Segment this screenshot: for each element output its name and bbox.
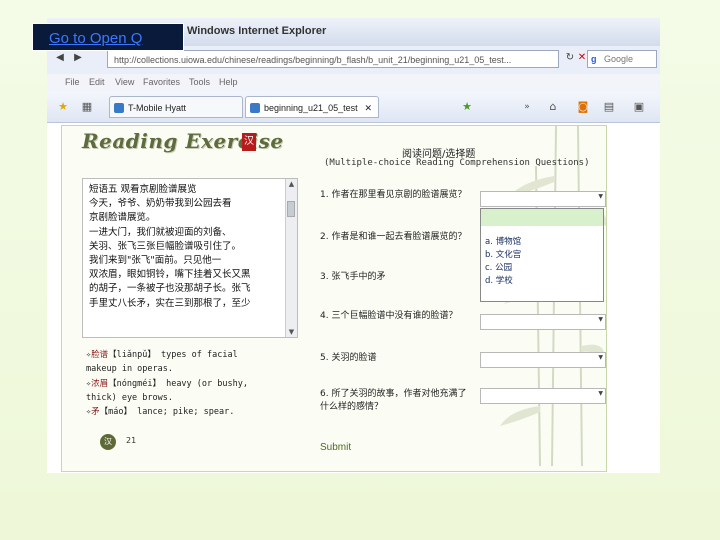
google-search-icon: g — [591, 54, 597, 64]
search-input[interactable]: g Google — [587, 50, 657, 68]
go-to-open-q-link[interactable]: Go to Open Q — [33, 24, 183, 47]
chevron-down-icon: ▼ — [598, 390, 603, 397]
search-placeholder: Google — [604, 54, 634, 64]
dropdown-option[interactable]: b. 文化宫 — [481, 249, 603, 262]
passage-line: 京剧脸谱展览。 — [89, 212, 156, 224]
chevron-icon[interactable]: » — [521, 101, 533, 113]
tab-list-icon[interactable]: ▦ — [81, 101, 93, 113]
vocab-term: 浓眉 — [91, 378, 109, 389]
add-favorite-icon[interactable]: ★ — [461, 101, 473, 113]
tab-t-mobile-hyatt[interactable]: T-Mobile Hyatt — [109, 96, 243, 118]
vocab-definition: 【liǎnpǔ】 types of facial — [108, 350, 238, 360]
dropdown-option[interactable]: a. 博物馆 — [481, 236, 603, 249]
passage-line: 今天，爷爷、奶奶带我到公园去看 — [89, 198, 232, 210]
question-5: 5. 关羽的脸谱 — [320, 353, 377, 363]
menu-edit[interactable]: Edit — [89, 77, 105, 87]
vocab-definition: thick) eye brows. — [86, 392, 173, 403]
page-content: Reading Exercise 汉 阅读问题/选择题 (Multiple-ch… — [47, 123, 660, 473]
chevron-down-icon: ▼ — [598, 354, 603, 361]
back-icon[interactable]: ◀ — [53, 51, 67, 65]
stamp-logo: 汉 — [242, 133, 256, 151]
passage-line: 短语五 观看京剧脸谱展览 — [89, 184, 197, 195]
passage-line: 的胡子，一条被子也没那胡子长。张飞 — [89, 283, 251, 295]
address-bar[interactable]: http://collections.uiowa.edu/chinese/rea… — [107, 50, 559, 68]
vocab-definition: 【máo】 lance; pike; spear. — [99, 407, 235, 418]
tab-bar: ★ ▦ T-Mobile Hyatt beginning_u21_05_test… — [47, 92, 660, 123]
menu-tools[interactable]: Tools — [189, 77, 210, 87]
question-subtitle: (Multiple-choice Reading Comprehension Q… — [324, 158, 590, 168]
vocab-term: 脸谱 — [91, 350, 109, 360]
menu-file[interactable]: File — [65, 77, 80, 87]
browser-window: Windows Internet Explorer ◀ ▶ http://col… — [47, 18, 660, 473]
scroll-thumb[interactable] — [287, 201, 295, 217]
question-3: 3. 张飞手中的矛 — [320, 272, 386, 282]
reading-passage[interactable]: 短语五 观看京剧脸谱展览 今天，爷爷、奶奶带我到公园去看 京剧脸谱展览。 一进大… — [82, 178, 298, 338]
home-icon[interactable]: ⌂ — [547, 101, 559, 113]
answer-select-4[interactable]: ▼ — [480, 314, 606, 330]
passage-line: 我们来到"张飞"面前。只见他一 — [89, 255, 222, 267]
tab-label: beginning_u21_05_test — [264, 103, 358, 113]
forward-icon[interactable]: ▶ — [71, 51, 85, 65]
dropdown-option[interactable]: c. 公园 — [481, 262, 603, 275]
passage-line: 双浓眉，眼如铜铃，嘴下挂着又长又黑 — [89, 269, 251, 281]
scroll-down-icon[interactable]: ▼ — [286, 327, 297, 337]
page-icon — [250, 103, 260, 113]
answer-dropdown-list[interactable]: a. 博物馆 b. 文化宫 c. 公园 d. 学校 — [480, 208, 604, 302]
passage-scrollbar[interactable]: ▲ ▼ — [285, 179, 297, 337]
vocab-definition: 【nóngméi】 heavy (or bushy, — [108, 378, 248, 389]
vocab-term: 矛 — [91, 407, 100, 418]
tab-label: T-Mobile Hyatt — [128, 103, 187, 113]
page-icon — [114, 103, 124, 113]
answer-select-6[interactable]: ▼ — [480, 388, 606, 404]
menu-favorites[interactable]: Favorites — [143, 77, 180, 87]
passage-line: 一进大门，我们就被迎面的刘备、 — [89, 226, 232, 238]
favorites-star-icon[interactable]: ★ — [57, 101, 69, 113]
feeds-icon[interactable]: ◙ — [577, 101, 589, 113]
vocabulary-list: ✧脸谱【liǎnpǔ】 types of facial makeup in op… — [86, 348, 306, 419]
vocab-definition: makeup in operas. — [86, 364, 173, 375]
passage-line: 手里丈八长矛，实在三到那根了，至少 — [89, 297, 251, 309]
chevron-down-icon: ▼ — [598, 193, 603, 200]
vocab-line: ✧脸谱【liǎnpǔ】 types of facial — [86, 348, 306, 362]
scroll-up-icon[interactable]: ▲ — [286, 179, 297, 189]
close-tab-icon[interactable]: ✕ — [364, 97, 372, 119]
answer-select-5[interactable]: ▼ — [480, 352, 606, 368]
chevron-down-icon: ▼ — [598, 316, 603, 323]
vocab-line: ✧矛【máo】 lance; pike; spear. — [86, 405, 306, 419]
menu-bar: File Edit View Favorites Tools Help — [47, 74, 660, 93]
question-4: 4. 三个巨幅脸谱中没有谁的脸谱？ — [320, 311, 458, 321]
question-2: 2. 作者是和谁一起去看脸谱展览的？ — [320, 232, 467, 242]
tab-beginning-test[interactable]: beginning_u21_05_test ✕ — [245, 96, 379, 118]
page-menu-icon[interactable]: ▣ — [633, 101, 645, 113]
dropdown-option[interactable]: d. 学校 — [481, 275, 603, 288]
go-to-open-q-button[interactable]: Go to Open Q — [32, 23, 184, 51]
menu-view[interactable]: View — [115, 77, 134, 87]
page-number: 21 — [126, 436, 137, 445]
page-icon-button[interactable]: 汉 — [100, 434, 116, 450]
passage-line: 关羽、张飞三张巨幅脸谱吸引住了。 — [89, 240, 242, 252]
question-6: 6. 所了关羽的故事，作者对他充满了什么样的感情？ — [320, 389, 467, 412]
answer-select-1[interactable]: ▼ — [480, 191, 606, 207]
vocab-line: makeup in operas. — [86, 362, 306, 376]
vocab-line: thick) eye brows. — [86, 391, 306, 405]
print-icon[interactable]: ▤ — [603, 101, 615, 113]
dropdown-highlight[interactable] — [481, 209, 603, 226]
submit-button[interactable]: Submit — [320, 442, 351, 453]
question-1: 1. 作者在那里看见京剧的脸谱展览？ — [320, 190, 467, 200]
menu-help[interactable]: Help — [219, 77, 238, 87]
window-title: Windows Internet Explorer — [187, 25, 327, 37]
reading-exercise-panel: Reading Exercise 汉 阅读问题/选择题 (Multiple-ch… — [61, 125, 607, 472]
vocab-line: ✧浓眉【nóngméi】 heavy (or bushy, — [86, 377, 306, 391]
